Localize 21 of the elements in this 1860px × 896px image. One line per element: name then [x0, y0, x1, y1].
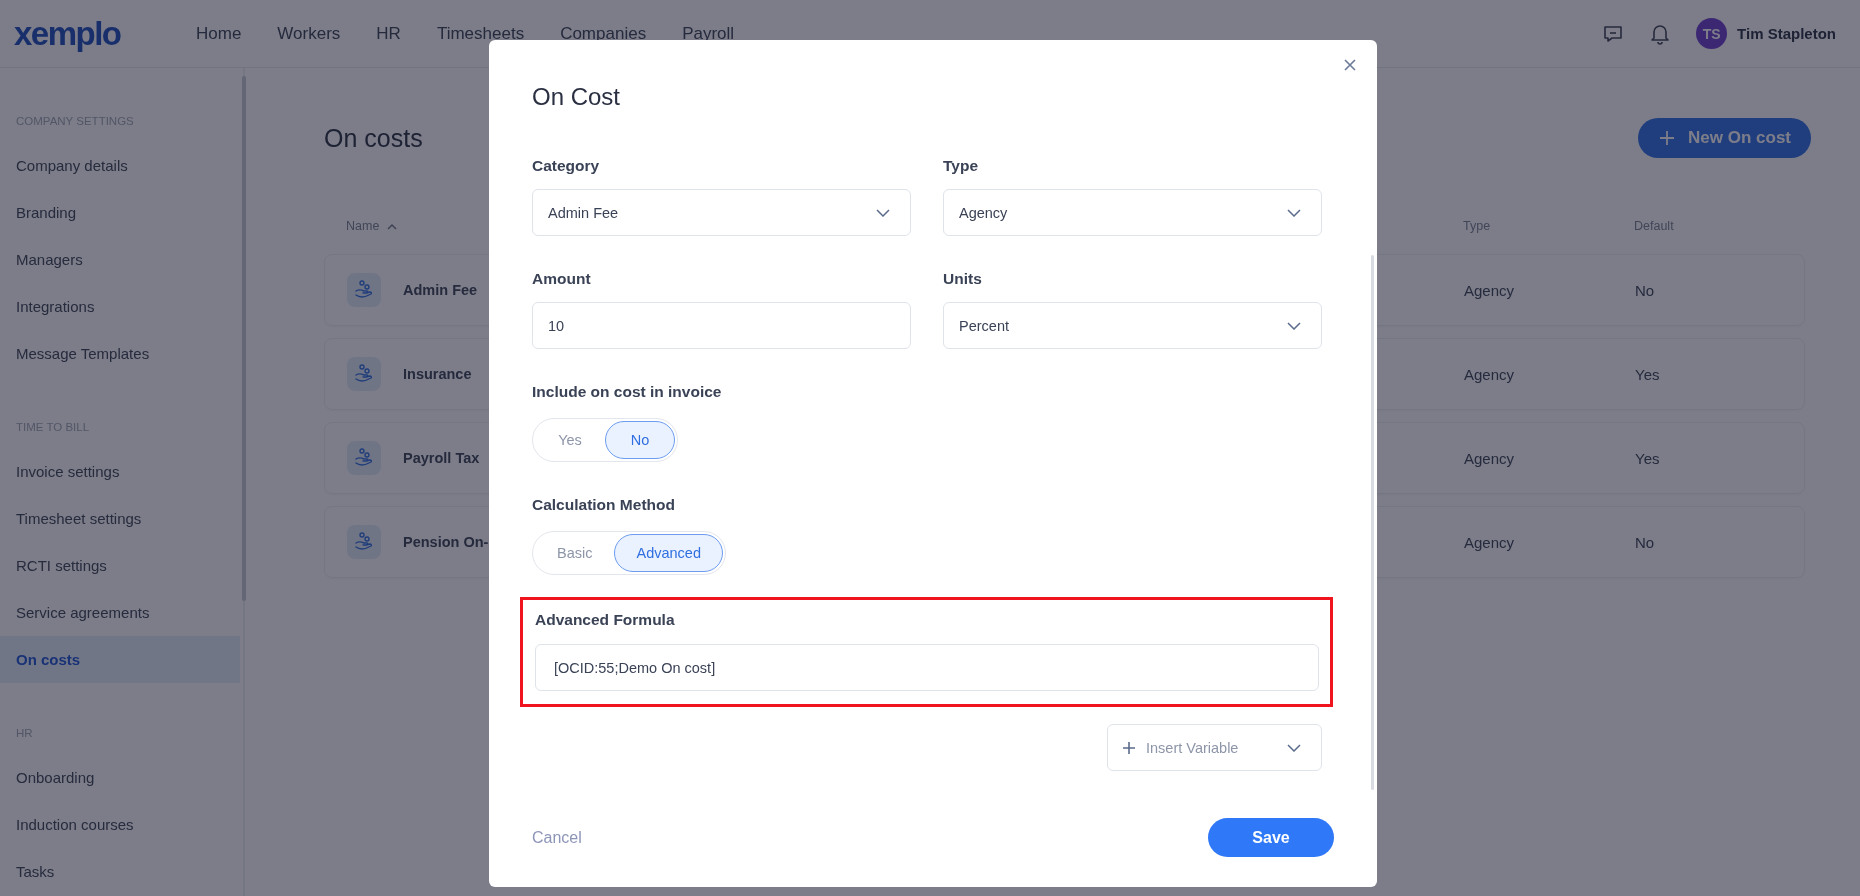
- page-title: On costs: [324, 123, 423, 153]
- field-label: Units: [943, 269, 983, 289]
- table-cell: Insurance: [403, 366, 472, 382]
- table-cell-text: Agency: [1464, 449, 1516, 467]
- field-label: Advanced Formula: [535, 610, 676, 630]
- table-cell-text: Yes: [1635, 449, 1661, 467]
- table-cell-text: Agency: [1464, 533, 1516, 551]
- dialog-title: On Cost: [532, 82, 622, 112]
- table-cell-text: Agency: [1464, 365, 1516, 383]
- field-label: Category: [532, 156, 601, 176]
- table-cell: Payroll Tax: [403, 450, 480, 466]
- table-cell-text: Yes: [1635, 365, 1661, 383]
- table-cell: Admin Fee: [403, 282, 478, 298]
- table-cell-text: No: [1635, 281, 1656, 299]
- table-cell: Pension On-: [403, 534, 489, 550]
- table-cell-text: Agency: [1464, 281, 1516, 299]
- field-label: Amount: [532, 269, 592, 289]
- field-label: Include on cost in invoice: [532, 382, 722, 402]
- field-label: Type: [943, 156, 980, 176]
- table-cell-text: No: [1635, 533, 1656, 551]
- field-label: Calculation Method: [532, 495, 675, 515]
